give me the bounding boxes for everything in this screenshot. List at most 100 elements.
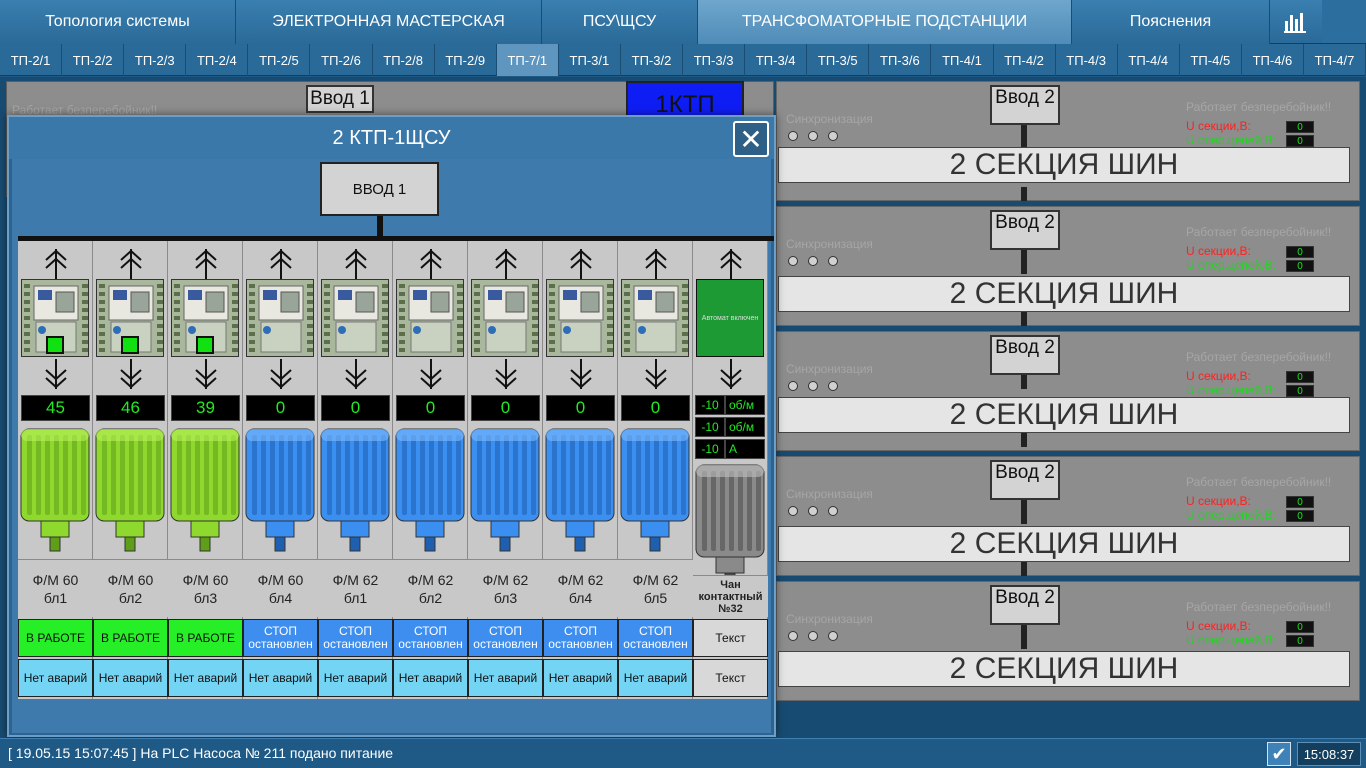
- state-text: СТОП: [338, 624, 372, 638]
- vvod-2-box[interactable]: Ввод 2: [990, 85, 1060, 125]
- nav-explanations[interactable]: Пояснения: [1072, 0, 1270, 44]
- vvod-2-box[interactable]: Ввод 2: [990, 460, 1060, 500]
- vvod-1-box[interactable]: ВВОД 1: [320, 162, 439, 216]
- motor-icon[interactable]: [544, 425, 616, 560]
- tab-tp[interactable]: ТП-3/1: [559, 44, 621, 76]
- alarm-status: Нет аварий: [243, 659, 318, 697]
- tab-tp[interactable]: ТП-2/2: [62, 44, 125, 76]
- bar-chart-icon[interactable]: [1270, 0, 1322, 43]
- controller-device[interactable]: [396, 279, 464, 357]
- tab-tp[interactable]: ТП-4/1: [931, 44, 994, 76]
- tab-tp[interactable]: ТП-3/4: [745, 44, 808, 76]
- tab-tp[interactable]: ТП-2/3: [124, 44, 187, 76]
- load-value: 39: [171, 395, 240, 421]
- feeder-label-line2: бл3: [193, 589, 218, 606]
- check-icon[interactable]: ✔: [1267, 742, 1291, 766]
- feed-line-lower: [1021, 562, 1027, 576]
- motor-icon[interactable]: [19, 425, 91, 560]
- feeder-label: Ф/М 62 бл5: [618, 559, 693, 617]
- state-badge[interactable]: В РАБОТЕ: [168, 619, 243, 657]
- nav-psu[interactable]: ПСУ\ЩСУ: [542, 0, 698, 44]
- state-badge[interactable]: СТОП остановлен: [243, 619, 318, 657]
- tab-tp[interactable]: ТП-3/6: [869, 44, 932, 76]
- sync-lamp: [808, 631, 818, 641]
- sync-indicators: [788, 256, 838, 266]
- feeder-label-line2: бл3: [493, 589, 518, 606]
- load-value: 0: [546, 395, 615, 421]
- nav-transformer-substations[interactable]: ТРАНСФОМАТОРНЫЕ ПОДСТАНЦИИ: [698, 0, 1072, 44]
- feed-line: [1021, 250, 1027, 274]
- feeder-label-line1: Ф/М 62: [482, 571, 529, 588]
- bus-section-bar[interactable]: 2 СЕКЦИЯ ШИН: [778, 526, 1350, 562]
- bus-section-bar[interactable]: 2 СЕКЦИЯ ШИН: [778, 397, 1350, 433]
- motor-icon[interactable]: [319, 425, 391, 560]
- tab-tp[interactable]: ТП-3/5: [807, 44, 870, 76]
- motor-icon[interactable]: [394, 425, 466, 560]
- feed-line: [1021, 375, 1027, 389]
- controller-device[interactable]: [621, 279, 689, 357]
- ups-ghost-text: Работает безперебойник!!: [1186, 100, 1332, 114]
- feeder-label: Ф/М 60 бл1: [18, 559, 93, 617]
- sync-lamp: [808, 131, 818, 141]
- tab-tp[interactable]: ТП-4/2: [994, 44, 1056, 76]
- motor-icon[interactable]: [94, 425, 166, 560]
- u-operative-label: U опер.цепей,В:: [1186, 133, 1276, 147]
- tab-tp[interactable]: ТП-3/3: [683, 44, 746, 76]
- tab-tp[interactable]: ТП-2/1: [0, 44, 63, 76]
- bus-section-bar[interactable]: 2 СЕКЦИЯ ШИН: [778, 651, 1350, 687]
- nav-topology[interactable]: Топология системы: [0, 0, 236, 44]
- nav-workshop[interactable]: ЭЛЕКТРОННАЯ МАСТЕРСКАЯ: [236, 0, 542, 44]
- tab-tp[interactable]: ТП-4/5: [1180, 44, 1242, 76]
- state-badge[interactable]: СТОП остановлен: [318, 619, 393, 657]
- tab-tp[interactable]: ТП-2/9: [435, 44, 497, 76]
- bus-section-bar[interactable]: 2 СЕКЦИЯ ШИН: [778, 276, 1350, 312]
- load-value: 0: [246, 395, 315, 421]
- tab-tp[interactable]: ТП-2/5: [248, 44, 311, 76]
- tab-tp[interactable]: ТП-4/6: [1242, 44, 1304, 76]
- run-indicator: [46, 336, 64, 354]
- state-badge[interactable]: В РАБОТЕ: [93, 619, 168, 657]
- state-text: СТОП: [563, 624, 597, 638]
- reading-unit: об/м: [725, 417, 765, 437]
- vvod-2-box[interactable]: Ввод 2: [990, 335, 1060, 375]
- down-arrow-icon: [318, 359, 393, 396]
- tab-tp[interactable]: ТП-3/2: [621, 44, 684, 76]
- controller-device[interactable]: [471, 279, 539, 357]
- state-badge[interactable]: В РАБОТЕ: [18, 619, 93, 657]
- tab-tp[interactable]: ТП-2/6: [310, 44, 373, 76]
- motor-icon[interactable]: [619, 425, 691, 560]
- u-section-label: U секции,В:: [1186, 244, 1251, 258]
- close-icon[interactable]: ✕: [733, 121, 769, 157]
- tab-tp[interactable]: ТП-7/1: [496, 44, 559, 76]
- state-badge[interactable]: СТОП остановлен: [618, 619, 693, 657]
- state-badge[interactable]: Текст: [693, 619, 768, 657]
- controller-device[interactable]: [546, 279, 614, 357]
- breaker-on-box[interactable]: Автомат включен: [696, 279, 764, 357]
- motor-icon[interactable]: [469, 425, 541, 560]
- alarm-status: Нет аварий: [93, 659, 168, 697]
- state-badge[interactable]: СТОП остановлен: [543, 619, 618, 657]
- sync-indicators: [788, 131, 838, 141]
- state-subtext: остановлен: [398, 637, 463, 651]
- bus-section-bar[interactable]: 2 СЕКЦИЯ ШИН: [778, 147, 1350, 183]
- tab-tp[interactable]: ТП-4/7: [1304, 44, 1366, 76]
- u-section-value: 0: [1286, 621, 1314, 633]
- state-badge[interactable]: СТОП остановлен: [393, 619, 468, 657]
- clock: 15:08:37: [1297, 742, 1361, 766]
- tab-tp[interactable]: ТП-4/4: [1118, 44, 1180, 76]
- controller-device[interactable]: [246, 279, 314, 357]
- state-badge[interactable]: СТОП остановлен: [468, 619, 543, 657]
- motor-icon[interactable]: [169, 425, 241, 560]
- sync-ghost-text: Синхронизация: [786, 612, 873, 626]
- vvod-2-box[interactable]: Ввод 2: [990, 585, 1060, 625]
- vvod-2-box[interactable]: Ввод 2: [990, 210, 1060, 250]
- sync-lamp: [828, 131, 838, 141]
- controller-device[interactable]: [321, 279, 389, 357]
- state-subtext: остановлен: [548, 637, 613, 651]
- motor-icon[interactable]: [244, 425, 316, 560]
- tab-tp[interactable]: ТП-4/3: [1056, 44, 1118, 76]
- alarm-status: Нет аварий: [18, 659, 93, 697]
- tab-tp[interactable]: ТП-2/8: [373, 44, 435, 76]
- state-text: СТОП: [488, 624, 522, 638]
- tab-tp[interactable]: ТП-2/4: [186, 44, 249, 76]
